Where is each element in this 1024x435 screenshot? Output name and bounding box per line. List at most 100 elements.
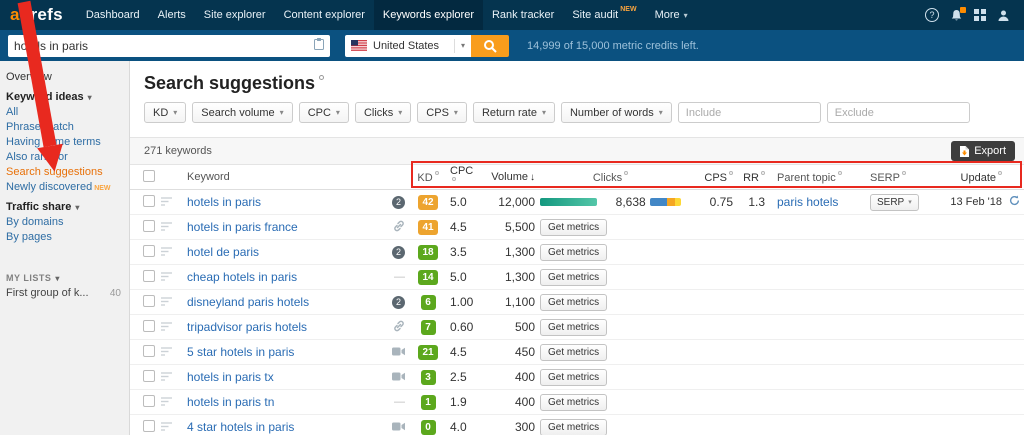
export-file-icon: [960, 146, 969, 157]
get-metrics-button[interactable]: Get metrics: [540, 244, 607, 261]
col-clicks[interactable]: Clicks: [593, 172, 622, 184]
row-checkbox[interactable]: [143, 245, 155, 257]
nav-item-rank-tracker[interactable]: Rank tracker: [483, 0, 563, 30]
filter-kd[interactable]: KD▾: [144, 102, 186, 123]
sidebar-item-also-rank-for[interactable]: Also rank for: [6, 150, 129, 165]
get-metrics-button[interactable]: Get metrics: [540, 319, 607, 336]
add-to-list-icon[interactable]: [161, 322, 173, 331]
ahrefs-logo[interactable]: ahrefs: [0, 5, 77, 25]
get-metrics-button[interactable]: Get metrics: [540, 294, 607, 311]
col-volume[interactable]: Volume: [491, 171, 528, 183]
col-cps[interactable]: CPS: [704, 172, 727, 184]
add-to-list-icon[interactable]: [161, 272, 173, 281]
country-selector[interactable]: United States ▾: [345, 35, 471, 57]
export-button[interactable]: Export: [951, 141, 1015, 161]
search-button[interactable]: [471, 35, 509, 57]
new-badge: NEW: [94, 181, 110, 196]
nav-item-keywords-explorer[interactable]: Keywords explorer: [374, 0, 483, 30]
col-serp[interactable]: SERP: [870, 172, 900, 184]
keyword-link[interactable]: tripadvisor paris hotels: [187, 320, 307, 334]
keyword-link[interactable]: hotels in paris france: [187, 220, 298, 234]
select-all-checkbox[interactable]: [143, 170, 155, 182]
sidebar-item-by-domains[interactable]: By domains: [6, 215, 129, 230]
col-cpc[interactable]: CPC: [450, 165, 473, 177]
include-filter-input[interactable]: [678, 102, 821, 123]
get-metrics-button[interactable]: Get metrics: [540, 394, 607, 411]
row-checkbox[interactable]: [143, 370, 155, 382]
row-checkbox[interactable]: [143, 320, 155, 332]
sidebar-item-all[interactable]: All: [6, 105, 129, 120]
sidebar-item-my-lists[interactable]: MY LISTS▾: [6, 271, 129, 286]
nav-item-content-explorer[interactable]: Content explorer: [275, 0, 374, 30]
apps-icon[interactable]: [974, 9, 986, 21]
sidebar-item-by-pages[interactable]: By pages: [6, 230, 129, 245]
add-to-list-icon[interactable]: [161, 222, 173, 231]
row-checkbox[interactable]: [143, 295, 155, 307]
filter-cpc[interactable]: CPC▾: [299, 102, 349, 123]
keyword-search-input[interactable]: [14, 39, 314, 53]
add-to-list-icon[interactable]: [161, 397, 173, 406]
sidebar-item-search-suggestions[interactable]: Search suggestions: [6, 165, 129, 180]
get-metrics-button[interactable]: Get metrics: [540, 269, 607, 286]
nav-item-alerts[interactable]: Alerts: [149, 0, 195, 30]
col-update[interactable]: Update: [961, 172, 996, 184]
clipboard-icon[interactable]: [314, 37, 324, 55]
get-metrics-button[interactable]: Get metrics: [540, 344, 607, 361]
keyword-link[interactable]: hotels in paris: [187, 195, 261, 209]
sidebar-item-newly-discovered[interactable]: Newly discoveredNEW: [6, 180, 129, 195]
keyword-link[interactable]: hotels in paris tn: [187, 395, 274, 409]
update-date: 13 Feb '18: [950, 196, 1002, 208]
sidebar-item-first-group-of-k[interactable]: First group of k...40: [6, 286, 129, 301]
filter-return-rate[interactable]: Return rate▾: [473, 102, 555, 123]
get-metrics-button[interactable]: Get metrics: [540, 369, 607, 386]
filter-cps[interactable]: CPS▾: [417, 102, 467, 123]
exclude-filter-input[interactable]: [827, 102, 970, 123]
nav-item-site-audit[interactable]: Site auditNEW: [563, 0, 645, 30]
volume-value: 300: [479, 420, 535, 434]
volume-value: 400: [479, 395, 535, 409]
serp-dropdown-button[interactable]: SERP▾: [870, 194, 919, 211]
sidebar-item-having-same-terms[interactable]: Having same terms: [6, 135, 129, 150]
add-to-list-icon[interactable]: [161, 422, 173, 431]
col-parent-topic[interactable]: Parent topic: [777, 172, 836, 184]
row-checkbox[interactable]: [143, 220, 155, 232]
add-to-list-icon[interactable]: [161, 297, 173, 306]
add-to-list-icon[interactable]: [161, 347, 173, 356]
col-keyword[interactable]: Keyword: [187, 171, 230, 183]
nav-item-more[interactable]: More▾: [646, 0, 697, 30]
col-rr[interactable]: RR: [743, 172, 759, 184]
keyword-link[interactable]: 5 star hotels in paris: [187, 345, 294, 359]
notifications-icon[interactable]: [950, 9, 963, 22]
filter-clicks[interactable]: Clicks▾: [355, 102, 411, 123]
filter-number-of-words[interactable]: Number of words▾: [561, 102, 672, 123]
main-panel: Search suggestions KD▾Search volume▾CPC▾…: [130, 61, 1024, 435]
row-checkbox[interactable]: [143, 420, 155, 432]
filter-search-volume[interactable]: Search volume▾: [192, 102, 292, 123]
keyword-link[interactable]: hotels in paris tx: [187, 370, 274, 384]
get-metrics-button[interactable]: Get metrics: [540, 419, 607, 435]
sidebar-item-overview[interactable]: Overview: [6, 70, 129, 85]
add-to-list-icon[interactable]: [161, 372, 173, 381]
row-checkbox[interactable]: [143, 195, 155, 207]
get-metrics-button[interactable]: Get metrics: [540, 219, 607, 236]
keyword-link[interactable]: hotel de paris: [187, 245, 259, 259]
add-to-list-icon[interactable]: [161, 247, 173, 256]
keyword-link[interactable]: disneyland paris hotels: [187, 295, 309, 309]
sidebar-item-traffic-share[interactable]: Traffic share▾: [6, 200, 129, 215]
keyword-link[interactable]: cheap hotels in paris: [187, 270, 297, 284]
nav-item-site-explorer[interactable]: Site explorer: [195, 0, 275, 30]
row-checkbox[interactable]: [143, 345, 155, 357]
parent-topic-link[interactable]: paris hotels: [777, 195, 838, 209]
sidebar-item-phrase-match[interactable]: Phrase match: [6, 120, 129, 135]
refresh-icon[interactable]: [1009, 195, 1020, 206]
row-checkbox[interactable]: [143, 395, 155, 407]
col-kd[interactable]: KD: [417, 172, 432, 184]
user-icon[interactable]: [997, 9, 1010, 22]
add-to-list-icon[interactable]: [161, 197, 173, 206]
row-checkbox[interactable]: [143, 270, 155, 282]
nav-item-dashboard[interactable]: Dashboard: [77, 0, 149, 30]
help-icon[interactable]: ?: [925, 8, 939, 22]
keyword-link[interactable]: 4 star hotels in paris: [187, 420, 294, 434]
sidebar-item-keyword-ideas[interactable]: Keyword ideas▾: [6, 90, 129, 105]
table-row: hotels in paris tx 3 2.5 400 Get metrics: [130, 365, 1024, 390]
